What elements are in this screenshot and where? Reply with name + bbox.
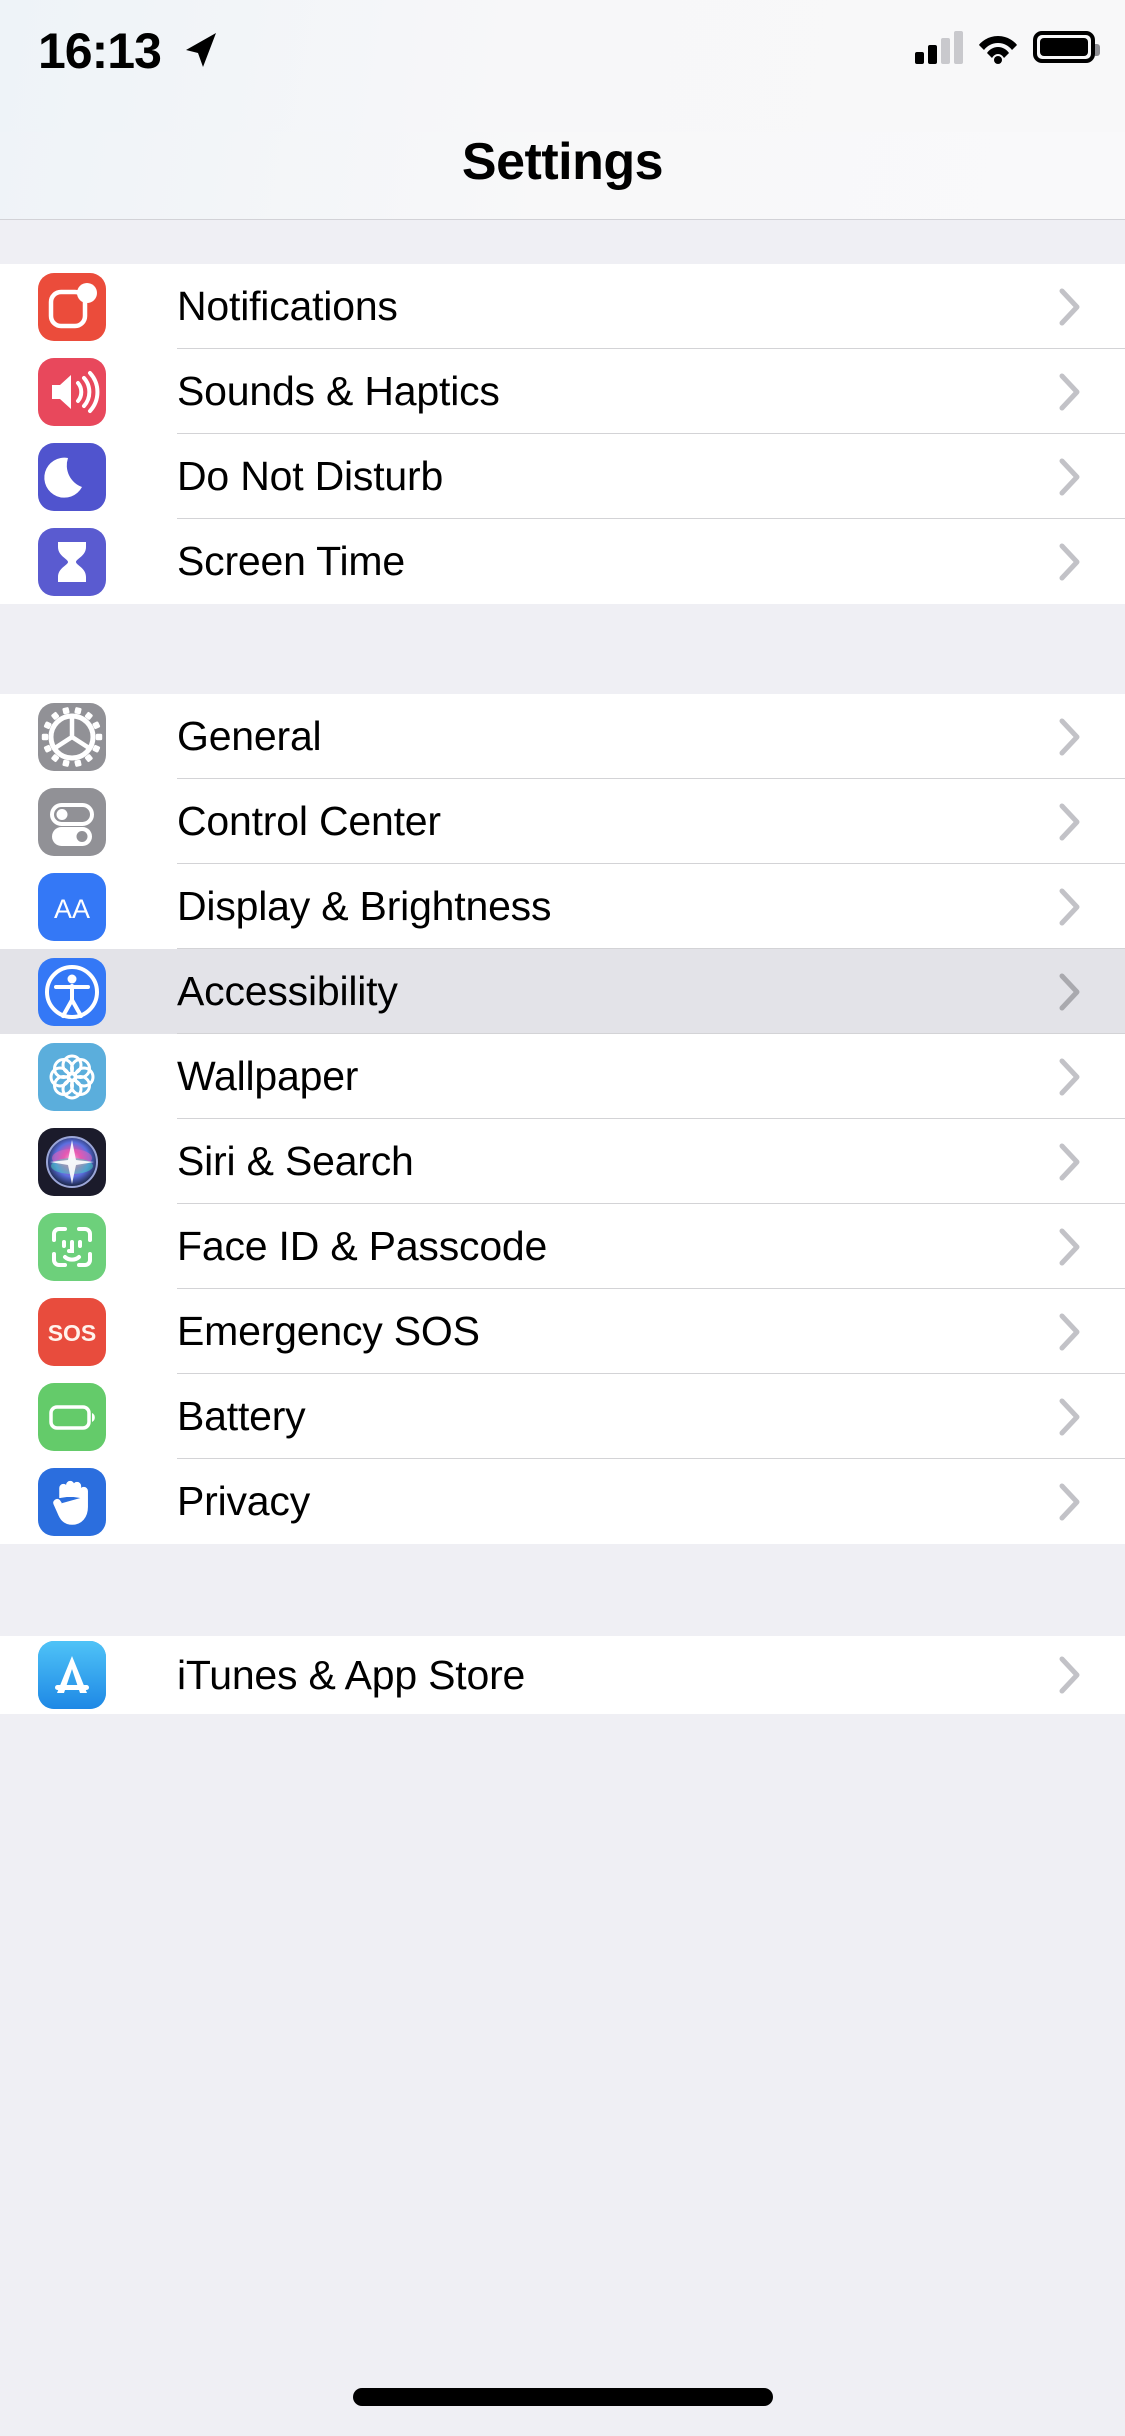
- notifications-icon: [38, 272, 106, 341]
- settings-row-label: iTunes & App Store: [177, 1651, 526, 1698]
- row-icon-container: SOS: [0, 1297, 177, 1366]
- row-icon-container: [0, 1641, 177, 1709]
- chevron-right-icon: [1059, 1313, 1081, 1351]
- settings-row-label: Battery: [177, 1393, 306, 1439]
- settings-row-accessibility[interactable]: Accessibility: [0, 949, 1125, 1034]
- section-gap-middle: [0, 604, 1125, 694]
- text-size-icon: AA: [38, 872, 106, 941]
- settings-row-label: Display & Brightness: [177, 883, 552, 929]
- chevron-right-icon: [1059, 1656, 1081, 1694]
- settings-row-label: Emergency SOS: [177, 1308, 480, 1354]
- speaker-icon: [38, 357, 106, 426]
- row-icon-container: [0, 357, 177, 426]
- chevron-right-icon: [1059, 888, 1081, 926]
- sos-icon: SOS: [38, 1297, 106, 1366]
- settings-row-label: General: [177, 713, 322, 759]
- row-icon-container: [0, 272, 177, 341]
- settings-row-label: Accessibility: [177, 968, 398, 1014]
- status-bar: 16:13: [0, 0, 1125, 132]
- row-icon-container: [0, 527, 177, 596]
- settings-row-privacy[interactable]: Privacy: [0, 1459, 1125, 1544]
- chevron-right-icon: [1059, 1058, 1081, 1096]
- row-icon-container: [0, 1127, 177, 1196]
- settings-row-sounds-haptics[interactable]: Sounds & Haptics: [0, 349, 1125, 434]
- store-group: iTunes & App Store: [0, 1636, 1125, 1714]
- battery-icon: [38, 1382, 106, 1451]
- settings-row-do-not-disturb[interactable]: Do Not Disturb: [0, 434, 1125, 519]
- settings-row-battery[interactable]: Battery: [0, 1374, 1125, 1459]
- page-title: Settings: [461, 133, 664, 191]
- row-icon-container: [0, 957, 177, 1026]
- settings-row-control-center[interactable]: Control Center: [0, 779, 1125, 864]
- row-icon-container: [0, 1212, 177, 1281]
- settings-row-screen-time[interactable]: Screen Time: [0, 519, 1125, 604]
- section-gap-bottom: [0, 1544, 1125, 1636]
- chevron-right-icon: [1059, 1143, 1081, 1181]
- chevron-right-icon: [1059, 803, 1081, 841]
- hand-icon: [38, 1467, 106, 1536]
- svg-text:AA: AA: [54, 894, 90, 924]
- notifications-group: Notifications Sounds & Haptics Do Not Di…: [0, 264, 1125, 604]
- settings-row-siri-search[interactable]: Siri & Search: [0, 1119, 1125, 1204]
- settings-row-label: Privacy: [177, 1478, 311, 1524]
- settings-row-wallpaper[interactable]: Wallpaper: [0, 1034, 1125, 1119]
- chevron-right-icon: [1059, 718, 1081, 756]
- moon-icon: [38, 442, 106, 511]
- settings-row-face-id-passcode[interactable]: Face ID & Passcode: [0, 1204, 1125, 1289]
- chevron-right-icon: [1059, 373, 1081, 411]
- settings-row-notifications[interactable]: Notifications: [0, 264, 1125, 349]
- settings-row-label: Face ID & Passcode: [177, 1223, 548, 1269]
- row-icon-container: [0, 702, 177, 771]
- location-arrow-icon: [180, 28, 220, 72]
- toggles-icon: [38, 787, 106, 856]
- section-gap-top: [0, 220, 1125, 264]
- chevron-right-icon: [1059, 458, 1081, 496]
- siri-orb-icon: [38, 1127, 106, 1196]
- app-store-icon: [38, 1641, 106, 1709]
- row-icon-container: [0, 1382, 177, 1451]
- row-icon-container: [0, 787, 177, 856]
- hourglass-icon: [38, 527, 106, 596]
- battery-full-icon: [1033, 31, 1100, 63]
- cellular-signal-icon: [915, 30, 963, 64]
- system-group: General Control Center AA Display & Brigh…: [0, 694, 1125, 1544]
- settings-row-label: Screen Time: [177, 538, 405, 584]
- settings-list: Notifications Sounds & Haptics Do Not Di…: [0, 264, 1125, 1714]
- gear-icon: [38, 702, 106, 771]
- accessibility-icon: [38, 957, 106, 1026]
- wifi-icon: [977, 30, 1019, 64]
- settings-row-label: Sounds & Haptics: [177, 368, 500, 414]
- face-id-icon: [38, 1212, 106, 1281]
- row-icon-container: AA: [0, 872, 177, 941]
- row-icon-container: [0, 1042, 177, 1111]
- settings-row-label: Wallpaper: [177, 1053, 359, 1099]
- chevron-right-icon: [1059, 973, 1081, 1011]
- settings-row-label: Siri & Search: [177, 1138, 414, 1184]
- settings-row-label: Notifications: [177, 283, 398, 329]
- chevron-right-icon: [1059, 1228, 1081, 1266]
- settings-row-label: Do Not Disturb: [177, 453, 444, 499]
- settings-row-display-brightness[interactable]: AA Display & Brightness: [0, 864, 1125, 949]
- navigation-bar: Settings: [0, 132, 1125, 220]
- chevron-right-icon: [1059, 1398, 1081, 1436]
- row-icon-container: [0, 442, 177, 511]
- home-indicator: [352, 2388, 773, 2406]
- settings-row-itunes-app-store[interactable]: iTunes & App Store: [0, 1636, 1125, 1714]
- chevron-right-icon: [1059, 288, 1081, 326]
- row-icon-container: [0, 1467, 177, 1536]
- status-bar-time: 16:13: [38, 23, 162, 79]
- settings-row-label: Control Center: [177, 798, 441, 844]
- settings-row-general[interactable]: General: [0, 694, 1125, 779]
- settings-row-emergency-sos[interactable]: SOS Emergency SOS: [0, 1289, 1125, 1374]
- chevron-right-icon: [1059, 1483, 1081, 1521]
- flower-icon: [38, 1042, 106, 1111]
- iphone-settings-screen: 16:13 Settings Notifications Sounds & Ha…: [0, 0, 1125, 2436]
- chevron-right-icon: [1059, 543, 1081, 581]
- status-bar-indicators: [915, 30, 1100, 64]
- svg-text:SOS: SOS: [48, 1320, 97, 1346]
